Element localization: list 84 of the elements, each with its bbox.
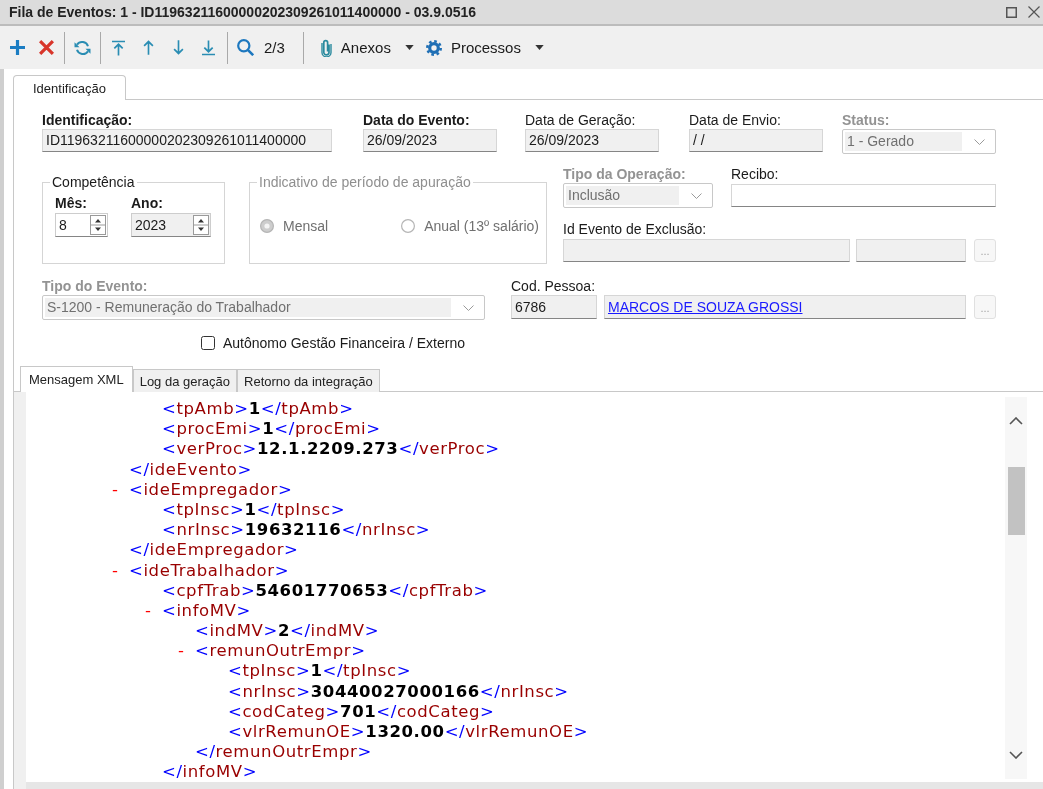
xml-text: <ideEmpregador> <box>129 479 293 499</box>
person-name-field[interactable]: MARCOS DE SOUZA GROSSI <box>604 295 966 319</box>
xml-text: <tpInsc>1</tpInsc> <box>228 661 412 681</box>
caret-icon <box>404 45 414 50</box>
vertical-scrollbar[interactable] <box>1005 397 1027 779</box>
form-tab[interactable]: Identificação <box>13 75 126 100</box>
xml-text: <infoMV> <box>162 600 251 620</box>
xml-text: <indMV>2</indMV> <box>195 621 380 641</box>
chevron-down-icon <box>691 192 702 199</box>
xml-tab[interactable]: Log da geração <box>132 369 237 392</box>
spin-arrows-icon <box>90 215 106 235</box>
field-label: Tipo da Operação: <box>563 166 686 183</box>
plus-icon <box>9 40 25 55</box>
checkbox[interactable] <box>201 336 215 350</box>
chevron-down-icon <box>974 138 985 145</box>
field-label: Ano: <box>131 195 163 212</box>
text-field[interactable]: 6786 <box>511 295 597 319</box>
xml-text: <nrInsc>30440027000166</nrInsc> <box>228 681 569 701</box>
text-field[interactable]: / / <box>689 129 823 152</box>
processes-menu-button[interactable]: Processos <box>421 32 548 63</box>
collapse-toggle[interactable]: - <box>145 600 162 622</box>
radio-label: Mensal <box>283 218 329 234</box>
xml-text: </infoMV> <box>162 762 258 782</box>
xml-text: <tpInsc>1</tpInsc> <box>162 499 346 519</box>
text-field[interactable] <box>856 239 966 262</box>
xml-text: <remunOutrEmpr> <box>195 641 366 661</box>
field-label: Tipo do Evento: <box>42 278 148 295</box>
arrow-up-icon <box>142 40 154 55</box>
maximize-icon <box>1005 6 1017 18</box>
search-icon <box>236 39 254 56</box>
spin-arrows-icon <box>193 215 209 235</box>
group-box-title: Indicativo de período de apuração <box>258 174 472 190</box>
chevron-up-icon <box>1009 417 1023 425</box>
field-label: Data de Envio: <box>689 112 781 129</box>
xml-text: <ideTrabalhador> <box>129 560 290 580</box>
field-label: Mês: <box>55 195 87 212</box>
attachments-menu-button[interactable]: Anexos <box>316 32 418 63</box>
xml-text: <procEmi>1</procEmi> <box>162 419 381 439</box>
chevron-down-icon <box>1009 751 1023 759</box>
xml-tab[interactable]: Mensagem XML <box>20 366 133 392</box>
window-title: Fila de Eventos: 1 - ID11963211600000202309261011400000 - 03.9.0516 <box>9 4 478 20</box>
text-field[interactable]: ID11963211600000202309261011400000 <box>42 129 332 152</box>
text-field[interactable] <box>731 184 996 207</box>
arrow-to-top-icon <box>111 39 125 56</box>
group-box-title: Competência <box>51 174 136 190</box>
caret-icon <box>534 45 544 50</box>
field-label: Identificação: <box>42 112 133 129</box>
collapse-toggle[interactable]: - <box>178 641 195 662</box>
cross-icon <box>38 40 54 55</box>
gear-icon <box>425 39 442 56</box>
text-field[interactable] <box>563 239 850 262</box>
radio-label: Anual (13º salário) <box>424 218 539 234</box>
field-label: Id Evento de Exclusão: <box>563 221 707 238</box>
text-field[interactable]: 26/09/2023 <box>525 129 659 152</box>
arrow-to-bottom-icon <box>201 39 215 56</box>
paperclip-icon <box>320 38 332 57</box>
field-label: Data de Geração: <box>525 112 636 129</box>
number-spinner[interactable]: 2023 <box>131 213 211 237</box>
collapse-toggle[interactable]: - <box>112 479 129 500</box>
xml-text: <nrInsc>19632116</nrInsc> <box>162 520 431 540</box>
person-name-link[interactable]: MARCOS DE SOUZA GROSSI <box>608 299 803 315</box>
xml-text: <cpfTrab>54601770653</cpfTrab> <box>162 580 488 600</box>
xml-text: <codCateg>701</codCateg> <box>228 701 495 721</box>
xml-text: </remunOutrEmpr> <box>195 742 372 762</box>
refresh-icon <box>73 39 91 56</box>
xml-text: <verProc>12.1.2209.273</verProc> <box>162 439 500 459</box>
chevron-down-icon <box>463 304 474 311</box>
number-spinner[interactable]: 8 <box>55 213 108 237</box>
record-counter: 2/3 <box>264 39 285 56</box>
field-label: Status: <box>842 112 890 129</box>
arrow-down-icon <box>172 40 184 55</box>
xml-text: </ideEmpregador> <box>129 540 299 560</box>
close-icon <box>1028 6 1040 18</box>
xml-text: </ideEvento> <box>129 459 252 479</box>
xml-text: <vlrRemunOE>1320.00</vlrRemunOE> <box>228 722 589 741</box>
scrollbar-thumb[interactable] <box>1007 467 1025 535</box>
field-label: Cod. Pessoa: <box>511 278 596 295</box>
text-field[interactable]: 26/09/2023 <box>363 129 497 152</box>
checkbox-label: Autônomo Gestão Financeira / Externo <box>223 335 466 351</box>
xml-tab[interactable]: Retorno da integração <box>237 369 380 392</box>
field-label: Recibo: <box>731 166 779 183</box>
collapse-toggle[interactable]: - <box>112 560 129 581</box>
field-label: Data do Evento: <box>363 112 470 129</box>
xml-text: <tpAmb>1</tpAmb> <box>162 399 354 418</box>
